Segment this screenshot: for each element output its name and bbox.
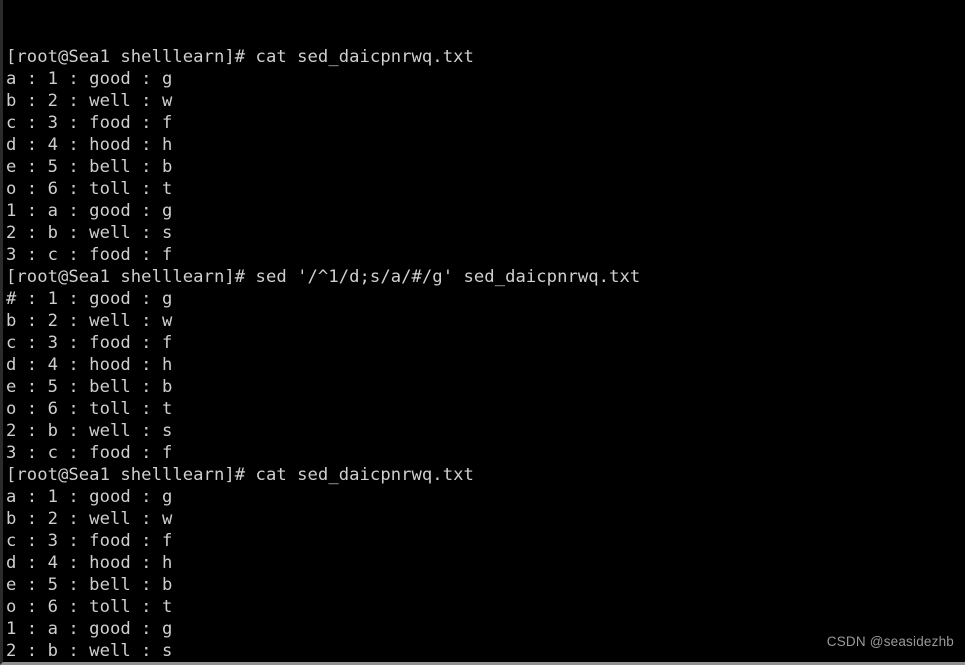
terminal-output-line: 1 : a : good : g xyxy=(6,201,173,221)
terminal-output-line: 2 : b : well : s xyxy=(6,223,173,243)
terminal-output-line: c : 3 : food : f xyxy=(6,333,173,353)
terminal-output-line: e : 5 : bell : b xyxy=(6,157,173,177)
terminal-output-line: 3 : c : food : f xyxy=(6,443,173,463)
terminal-output-line: d : 4 : hood : h xyxy=(6,135,173,155)
terminal-output-line: # : 1 : good : g xyxy=(6,289,173,309)
terminal-output-line: o : 6 : toll : t xyxy=(6,399,173,419)
terminal-output-line: a : 1 : good : g xyxy=(6,69,173,89)
terminal-output-line: c : 3 : food : f xyxy=(6,531,173,551)
terminal-output-line: e : 5 : bell : b xyxy=(6,377,173,397)
terminal-output-line: o : 6 : toll : t xyxy=(6,597,173,617)
terminal-output-line: b : 2 : well : w xyxy=(6,509,173,529)
terminal-window[interactable]: [root@Sea1 shelllearn]# cat sed_daicpnrw… xyxy=(0,0,965,665)
terminal-output-line: 2 : b : well : s xyxy=(6,641,173,661)
terminal-output-line: e : 5 : bell : b xyxy=(6,575,173,595)
terminal-output-line: a : 1 : good : g xyxy=(6,487,173,507)
terminal-output-line: o : 6 : toll : t xyxy=(6,179,173,199)
terminal-command-line: [root@Sea1 shelllearn]# cat sed_daicpnrw… xyxy=(6,465,474,485)
terminal-output-line: d : 4 : hood : h xyxy=(6,553,173,573)
terminal-output-line: b : 2 : well : w xyxy=(6,91,173,111)
terminal-output-line: c : 3 : food : f xyxy=(6,113,173,133)
terminal-output-line: 1 : a : good : g xyxy=(6,619,173,639)
terminal-output-line: b : 2 : well : w xyxy=(6,311,173,331)
terminal-scrollback: [root@Sea1 shelllearn]# cat sed_daicpnrw… xyxy=(6,46,641,662)
terminal-command-line: [root@Sea1 shelllearn]# sed '/^1/d;s/a/#… xyxy=(6,267,641,287)
terminal-output-line: 3 : c : food : f xyxy=(6,245,173,265)
terminal-screen[interactable]: [root@Sea1 shelllearn]# cat sed_daicpnrw… xyxy=(3,0,641,662)
terminal-command-line: [root@Sea1 shelllearn]# cat sed_daicpnrw… xyxy=(6,47,474,67)
csdn-watermark: CSDN @seasidezhb xyxy=(826,634,954,649)
terminal-output-line: d : 4 : hood : h xyxy=(6,355,173,375)
terminal-output-line: 2 : b : well : s xyxy=(6,421,173,441)
